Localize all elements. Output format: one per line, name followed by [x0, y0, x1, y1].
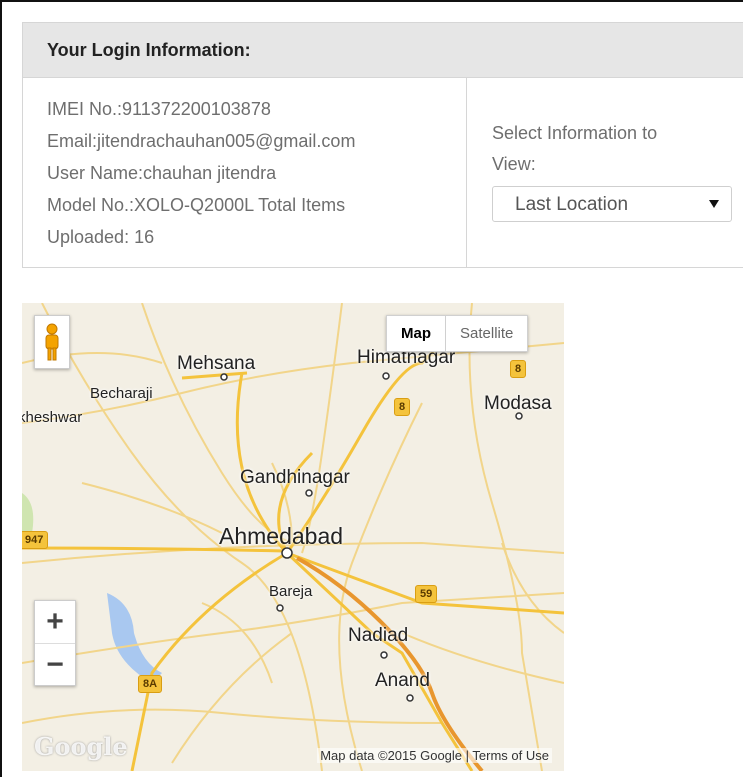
pegman-icon	[45, 323, 59, 361]
place-label-bareja: Bareja	[269, 583, 313, 600]
zoom-in-button[interactable]: +	[35, 601, 75, 644]
place-label-gandhinagar: Gandhinagar	[240, 467, 350, 488]
view-select[interactable]: Last Location	[492, 186, 732, 222]
google-logo: Google	[34, 732, 128, 761]
highway-shield-59: 59	[415, 585, 438, 603]
imei-text: IMEI No.:911372200103878	[47, 99, 271, 119]
place-label-ahmedabad: Ahmedabad	[219, 523, 344, 549]
terms-link[interactable]: Terms of Use	[472, 748, 549, 763]
username-text: User Name:chauhan jitendra	[47, 163, 277, 183]
place-label-mehsana: Mehsana	[177, 353, 256, 374]
map-view[interactable]: Mehsana Himatnagar Becharaji kheshwar Mo…	[22, 303, 564, 771]
zoom-out-button[interactable]: −	[35, 644, 75, 686]
login-details: IMEI No.:911372200103878 Email:jitendrac…	[23, 78, 467, 268]
select-label: Select Information to View:	[492, 123, 658, 174]
place-label-kheshwar: kheshwar	[22, 409, 83, 426]
map-type-satellite-button[interactable]: Satellite	[446, 316, 527, 351]
attribution-text: Map data ©2015 Google	[320, 748, 463, 763]
uploaded-text: Uploaded: 16	[47, 227, 155, 247]
email-text: Email:jitendrachauhan005@gmail.com	[47, 131, 356, 151]
model-text: Model No.:XOLO-Q2000L Total Items	[47, 195, 346, 215]
login-info-panel: Your Login Information: IMEI No.:9113722…	[22, 22, 743, 268]
select-column: Select Information to View: Last Locatio…	[468, 78, 743, 268]
map-type-control: Map Satellite	[386, 315, 529, 352]
map-attribution: Map data ©2015 Google | Terms of Use	[317, 748, 552, 763]
place-label-modasa: Modasa	[484, 393, 552, 414]
street-view-pegman[interactable]	[34, 315, 70, 369]
highway-shield-8: 8	[394, 398, 411, 416]
highway-shield-947: 947	[22, 531, 49, 549]
place-label-becharaji: Becharaji	[90, 385, 153, 402]
place-label-anand: Anand	[375, 670, 430, 691]
panel-heading: Your Login Information:	[23, 23, 743, 78]
view-select-value: Last Location	[515, 193, 629, 215]
zoom-control: + −	[34, 600, 76, 686]
place-label-nadiad: Nadiad	[348, 625, 409, 646]
highway-shield-8a: 8A	[138, 675, 163, 693]
map-type-map-button[interactable]: Map	[387, 316, 446, 351]
dropdown-arrow-icon	[709, 200, 719, 208]
highway-shield-8: 8	[510, 360, 527, 378]
